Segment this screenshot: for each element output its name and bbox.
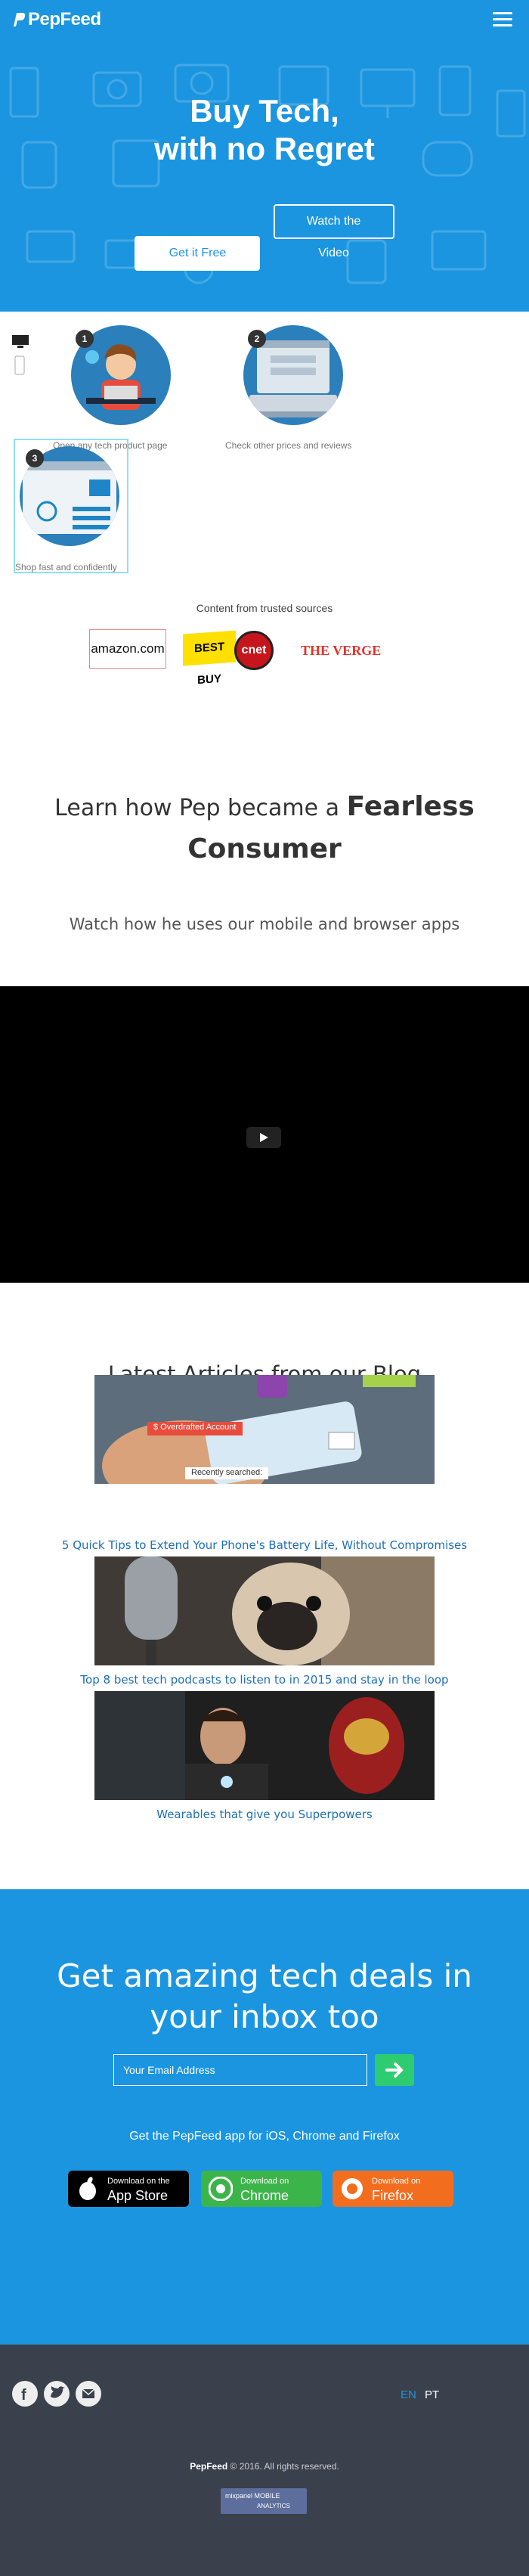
step-3-caption: Shop fast and confidently	[15, 562, 117, 573]
iron-man-image	[94, 1691, 435, 1800]
newsletter-title: Get amazing tech deals in your inbox too	[0, 1956, 529, 2038]
arrow-right-icon	[385, 2062, 404, 2078]
copyright-text: © 2016. All rights reserved.	[230, 2461, 339, 2472]
chrome-store-line-2: Chrome	[240, 2188, 289, 2203]
watch-subtitle: Watch how he uses our mobile and browser…	[69, 915, 460, 933]
chrome-store-button[interactable]: Download on Chrome	[201, 2171, 322, 2207]
trusted-sources-title: Content from trusted sources	[196, 602, 333, 614]
facebook-icon[interactable]: f	[12, 2381, 38, 2407]
article-1-image-text-2: Recently searched:	[191, 1468, 263, 1477]
logo-text: PepFeed	[28, 9, 101, 29]
copyright-brand: PepFeed	[190, 2461, 228, 2472]
step-1-number: 1	[76, 330, 94, 348]
app-store-line-1: Download on the	[107, 2177, 170, 2186]
pepfeed-logo-icon	[14, 13, 26, 26]
badge-line-1: mixpanel MOBILE	[225, 2492, 280, 2500]
hero-title-line-2: with no Regret	[154, 131, 375, 166]
copyright: PepFeed © 2016. All rights reserved.	[0, 2461, 529, 2472]
hamburger-menu-icon[interactable]	[493, 12, 512, 27]
hero-title-line-1: Buy Tech,	[190, 93, 339, 129]
article-3-link[interactable]: Wearables that give you Superpowers	[0, 1808, 529, 1821]
firefox-store-button[interactable]: Download on Firefox	[333, 2171, 453, 2207]
newsletter-title-line-1: Get amazing tech deals in	[57, 1957, 472, 1994]
the-verge-logo: THE VERGE	[301, 643, 382, 658]
pepfeed-logo[interactable]: PepFeed	[12, 9, 101, 30]
chrome-store-line-1: Download on	[240, 2177, 289, 2186]
top-nav: PepFeed	[0, 0, 529, 41]
play-button-icon[interactable]	[246, 1127, 281, 1148]
firefox-store-line-2: Firefox	[372, 2188, 414, 2203]
best-buy-logo: BEST BUY	[183, 630, 236, 687]
phone-in-hands-image	[94, 1375, 435, 1484]
video-player[interactable]	[0, 986, 529, 1283]
newsletter-title-line-2: your inbox too	[150, 1998, 379, 2035]
firefox-store-line-1: Download on	[372, 2177, 421, 2186]
learn-heading-bold-1: Fearless	[346, 791, 475, 822]
pug-with-microphone-image	[94, 1556, 435, 1665]
apple-icon	[79, 2177, 96, 2200]
article-2-image[interactable]	[94, 1556, 435, 1665]
article-1-link[interactable]: 5 Quick Tips to Extend Your Phone's Batt…	[0, 1538, 529, 1552]
badge-line-2: ANALYTICS	[257, 2503, 290, 2509]
twitter-icon[interactable]	[44, 2381, 70, 2407]
apps-text: Get the PepFeed app for iOS, Chrome and …	[129, 2130, 400, 2143]
firefox-icon	[342, 2178, 363, 2199]
language-en[interactable]: EN	[401, 2388, 416, 2401]
step-2-caption: Check other prices and reviews	[225, 440, 352, 451]
newsletter-section: Get amazing tech deals in your inbox too…	[0, 1889, 529, 2345]
footer: f EN PT PepFeed © 2016. All rights reser…	[0, 2345, 529, 2576]
learn-heading-bold-2: Consumer	[187, 833, 342, 864]
email-icon[interactable]	[76, 2381, 101, 2407]
step-2-number: 2	[248, 330, 266, 348]
get-it-free-button[interactable]: Get it Free	[135, 236, 261, 271]
hero-section: PepFeed Buy Tech, with no Regret Get it …	[0, 0, 529, 312]
app-store-button[interactable]: Download on the App Store	[68, 2171, 189, 2207]
email-input[interactable]	[113, 2054, 367, 2086]
desktop-icon[interactable]	[11, 334, 29, 349]
app-store-line-2: App Store	[107, 2188, 169, 2203]
hero-title: Buy Tech, with no Regret	[0, 92, 529, 168]
learn-heading-prefix: Learn how Pep became a	[54, 795, 340, 821]
language-pt[interactable]: PT	[425, 2388, 439, 2401]
amazon-logo: amazon.com	[89, 629, 166, 669]
step-3-number: 3	[26, 449, 44, 467]
mobile-icon[interactable]	[14, 355, 25, 375]
article-1-image[interactable]: $ Overdrafted Account Recently searched:	[94, 1375, 435, 1484]
learn-heading: Learn how Pep became a Fearless Consumer	[0, 787, 529, 871]
svg-text:f: f	[21, 2387, 26, 2404]
mixpanel-badge[interactable]: mixpanel MOBILE ANALYTICS	[221, 2488, 307, 2514]
article-2-link[interactable]: Top 8 best tech podcasts to listen to in…	[0, 1673, 529, 1687]
cnet-logo: cnet	[234, 631, 274, 670]
chrome-icon	[209, 2177, 233, 2201]
watch-video-button[interactable]: Watch the Video	[273, 204, 394, 259]
article-3-image[interactable]	[94, 1691, 435, 1800]
article-1-image-text-1: $ Overdrafted Account	[153, 1423, 237, 1432]
submit-email-button[interactable]	[375, 2054, 414, 2086]
